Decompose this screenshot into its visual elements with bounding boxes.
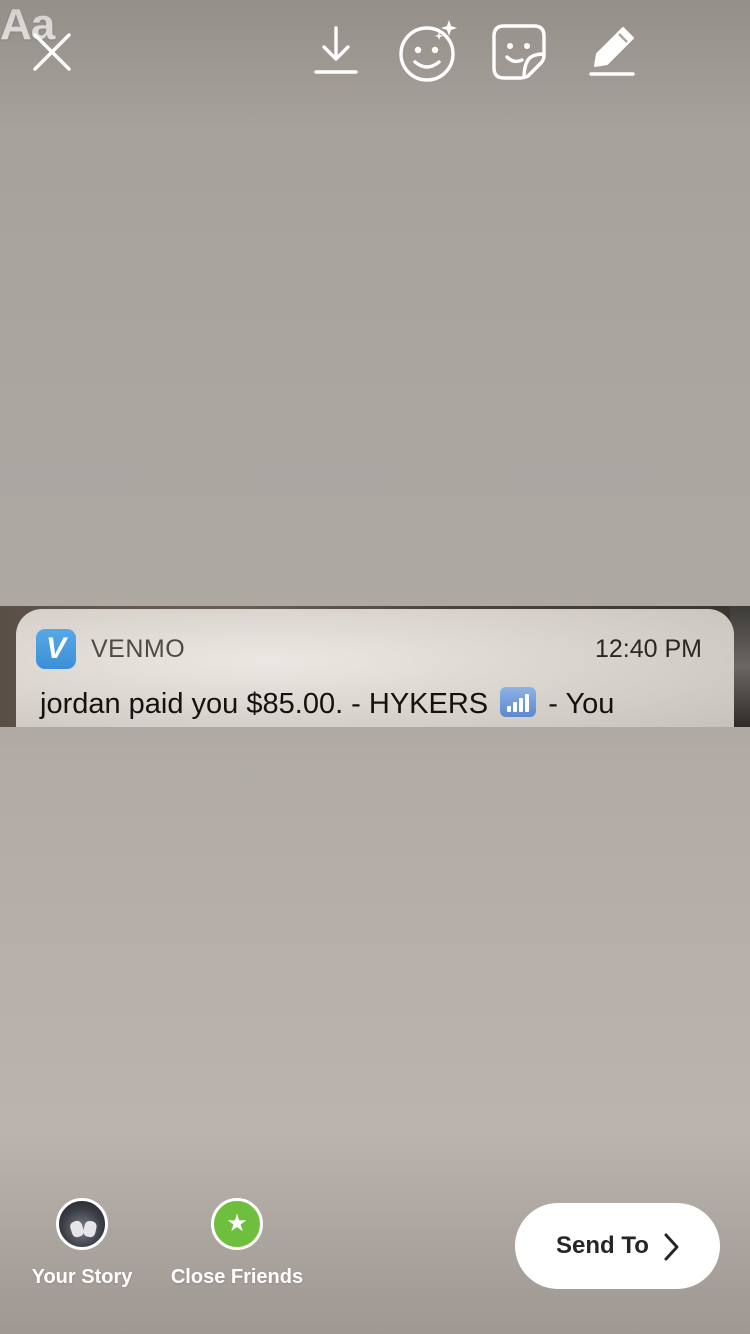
face-effects-icon[interactable] [394, 18, 462, 84]
signal-bars-emoji [500, 687, 537, 717]
send-to-label: Send To [556, 1232, 649, 1259]
close-icon[interactable] [26, 26, 78, 78]
your-story-label: Your Story [31, 1266, 133, 1288]
venmo-logo-icon: V [36, 629, 76, 669]
notification-crop-edge [0, 727, 750, 747]
your-story-button[interactable]: Your Story [26, 1198, 138, 1289]
notification-body: jordan paid you $85.00. - HYKERS - You [40, 687, 614, 721]
chevron-right-icon [661, 1232, 681, 1267]
notification-body-suffix: - You [548, 688, 615, 720]
download-icon[interactable] [308, 22, 364, 78]
notification-body-text: jordan paid you $85.00. - HYKERS [40, 688, 489, 720]
notification-time: 12:40 PM [594, 635, 702, 663]
sticker-icon[interactable] [490, 22, 548, 80]
venmo-notification[interactable]: V VENMO 12:40 PM jordan paid you $85.00.… [16, 609, 734, 739]
avatar-shoe-right [82, 1219, 98, 1239]
venmo-logo-letter: V [45, 632, 66, 665]
draw-icon[interactable] [585, 22, 641, 78]
close-friends-label: Close Friends [170, 1266, 304, 1288]
close-friends-button[interactable]: ★ Close Friends [164, 1198, 310, 1289]
avatar [56, 1198, 108, 1250]
close-friends-badge: ★ [211, 1198, 263, 1250]
send-to-button[interactable]: Send To [515, 1203, 720, 1289]
notification-app-name: VENMO [91, 635, 186, 663]
star-icon: ★ [226, 1210, 248, 1237]
